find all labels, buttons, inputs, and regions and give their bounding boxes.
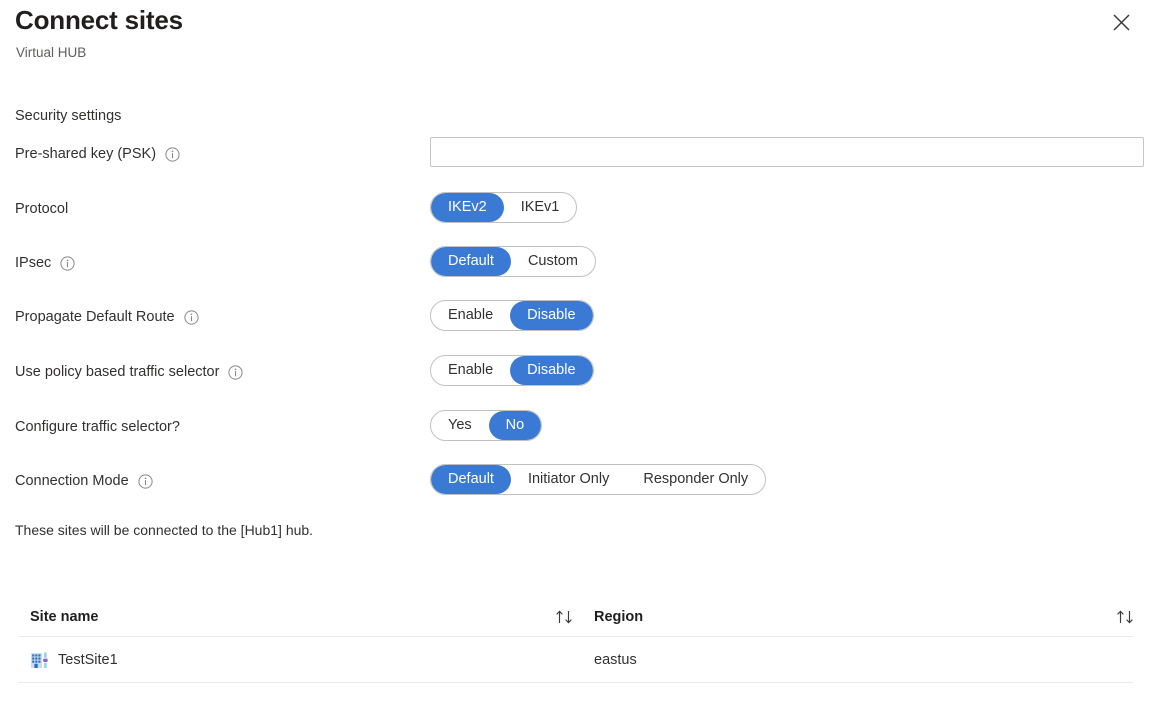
label-psk: Pre-shared key (PSK) — [15, 137, 180, 171]
page-subtitle: Virtual HUB — [16, 45, 87, 60]
cell-site-name-text: TestSite1 — [58, 652, 118, 668]
info-icon[interactable] — [228, 364, 244, 380]
policy-based-traffic-selector-toggle[interactable]: Enable Disable — [430, 355, 594, 386]
ipsec-option-custom[interactable]: Custom — [511, 247, 595, 276]
table-row[interactable]: TestSite1 eastus — [18, 637, 1133, 683]
ipsec-option-default[interactable]: Default — [431, 247, 511, 276]
form-row-propagate-default-route: Propagate Default Route Enable Disable — [0, 300, 1151, 334]
label-ipsec: IPsec — [15, 246, 75, 280]
control-configure-traffic-selector: Yes No — [430, 410, 543, 441]
branch-site-icon — [30, 651, 49, 670]
connect-sites-panel: Connect sites Virtual HUB Security setti… — [0, 0, 1151, 701]
control-connection-mode: Default Initiator Only Responder Only — [430, 464, 767, 495]
connection-mode-toggle[interactable]: Default Initiator Only Responder Only — [430, 464, 767, 495]
policy-based-traffic-selector-option-enable[interactable]: Enable — [431, 356, 510, 385]
protocol-option-ikev1[interactable]: IKEv1 — [504, 193, 577, 222]
form-row-connection-mode: Connection Mode Default Initiator Only R… — [0, 464, 1151, 498]
connection-mode-option-responder-only[interactable]: Responder Only — [626, 465, 765, 494]
propagate-default-route-option-disable[interactable]: Disable — [510, 301, 593, 330]
column-header-region[interactable]: Region — [594, 597, 643, 637]
info-icon[interactable] — [165, 146, 180, 162]
security-settings-heading: Security settings — [15, 108, 122, 124]
label-connection-mode-text: Connection Mode — [15, 473, 129, 489]
sort-icon-region[interactable] — [1116, 597, 1136, 637]
connection-mode-option-initiator-only[interactable]: Initiator Only — [511, 465, 626, 494]
configure-traffic-selector-option-no[interactable]: No — [488, 411, 542, 440]
form-row-policy-based-traffic-selector: Use policy based traffic selector Enable… — [0, 355, 1151, 389]
protocol-toggle[interactable]: IKEv2 IKEv1 — [430, 192, 578, 223]
control-protocol: IKEv2 IKEv1 — [430, 192, 578, 223]
info-icon[interactable] — [138, 473, 153, 489]
form-row-ipsec: IPsec Default Custom — [0, 246, 1151, 280]
info-icon[interactable] — [184, 309, 199, 325]
label-policy-based-traffic-selector-text: Use policy based traffic selector — [15, 364, 220, 380]
propagate-default-route-toggle[interactable]: Enable Disable — [430, 300, 594, 331]
form-row-psk: Pre-shared key (PSK) — [0, 137, 1151, 171]
configure-traffic-selector-toggle[interactable]: Yes No — [430, 410, 543, 441]
label-propagate-default-route: Propagate Default Route — [15, 300, 199, 334]
page-title: Connect sites — [15, 5, 183, 35]
psk-input[interactable] — [430, 137, 1144, 167]
table-header-row: Site name Region — [18, 597, 1133, 637]
sites-table: Site name Region TestSite1 eastus — [18, 597, 1133, 683]
label-connection-mode: Connection Mode — [15, 464, 153, 498]
label-protocol: Protocol — [15, 192, 68, 226]
label-configure-traffic-selector: Configure traffic selector? — [15, 410, 180, 444]
label-configure-traffic-selector-text: Configure traffic selector? — [15, 419, 180, 435]
close-icon[interactable] — [1105, 6, 1137, 38]
cell-site-name: TestSite1 — [30, 637, 118, 683]
label-protocol-text: Protocol — [15, 201, 69, 217]
connection-mode-option-default[interactable]: Default — [431, 465, 511, 494]
label-psk-text: Pre-shared key (PSK) — [15, 146, 157, 162]
label-policy-based-traffic-selector: Use policy based traffic selector — [15, 355, 244, 389]
protocol-option-ikev2[interactable]: IKEv2 — [431, 193, 504, 222]
form-row-configure-traffic-selector: Configure traffic selector? Yes No — [0, 410, 1151, 444]
label-propagate-default-route-text: Propagate Default Route — [15, 309, 175, 325]
control-propagate-default-route: Enable Disable — [430, 300, 594, 331]
configure-traffic-selector-option-yes[interactable]: Yes — [431, 411, 489, 440]
control-ipsec: Default Custom — [430, 246, 596, 277]
sites-table-note: These sites will be connected to the [Hu… — [15, 522, 314, 538]
propagate-default-route-option-enable[interactable]: Enable — [431, 301, 510, 330]
form-row-protocol: Protocol IKEv2 IKEv1 — [0, 192, 1151, 226]
ipsec-toggle[interactable]: Default Custom — [430, 246, 596, 277]
cell-region: eastus — [594, 652, 637, 668]
sort-icon-site-name[interactable] — [555, 597, 575, 637]
label-ipsec-text: IPsec — [15, 255, 52, 271]
policy-based-traffic-selector-option-disable[interactable]: Disable — [510, 356, 593, 385]
control-psk — [430, 137, 1144, 167]
control-policy-based-traffic-selector: Enable Disable — [430, 355, 594, 386]
info-icon[interactable] — [60, 255, 75, 271]
column-header-site-name[interactable]: Site name — [30, 597, 99, 637]
